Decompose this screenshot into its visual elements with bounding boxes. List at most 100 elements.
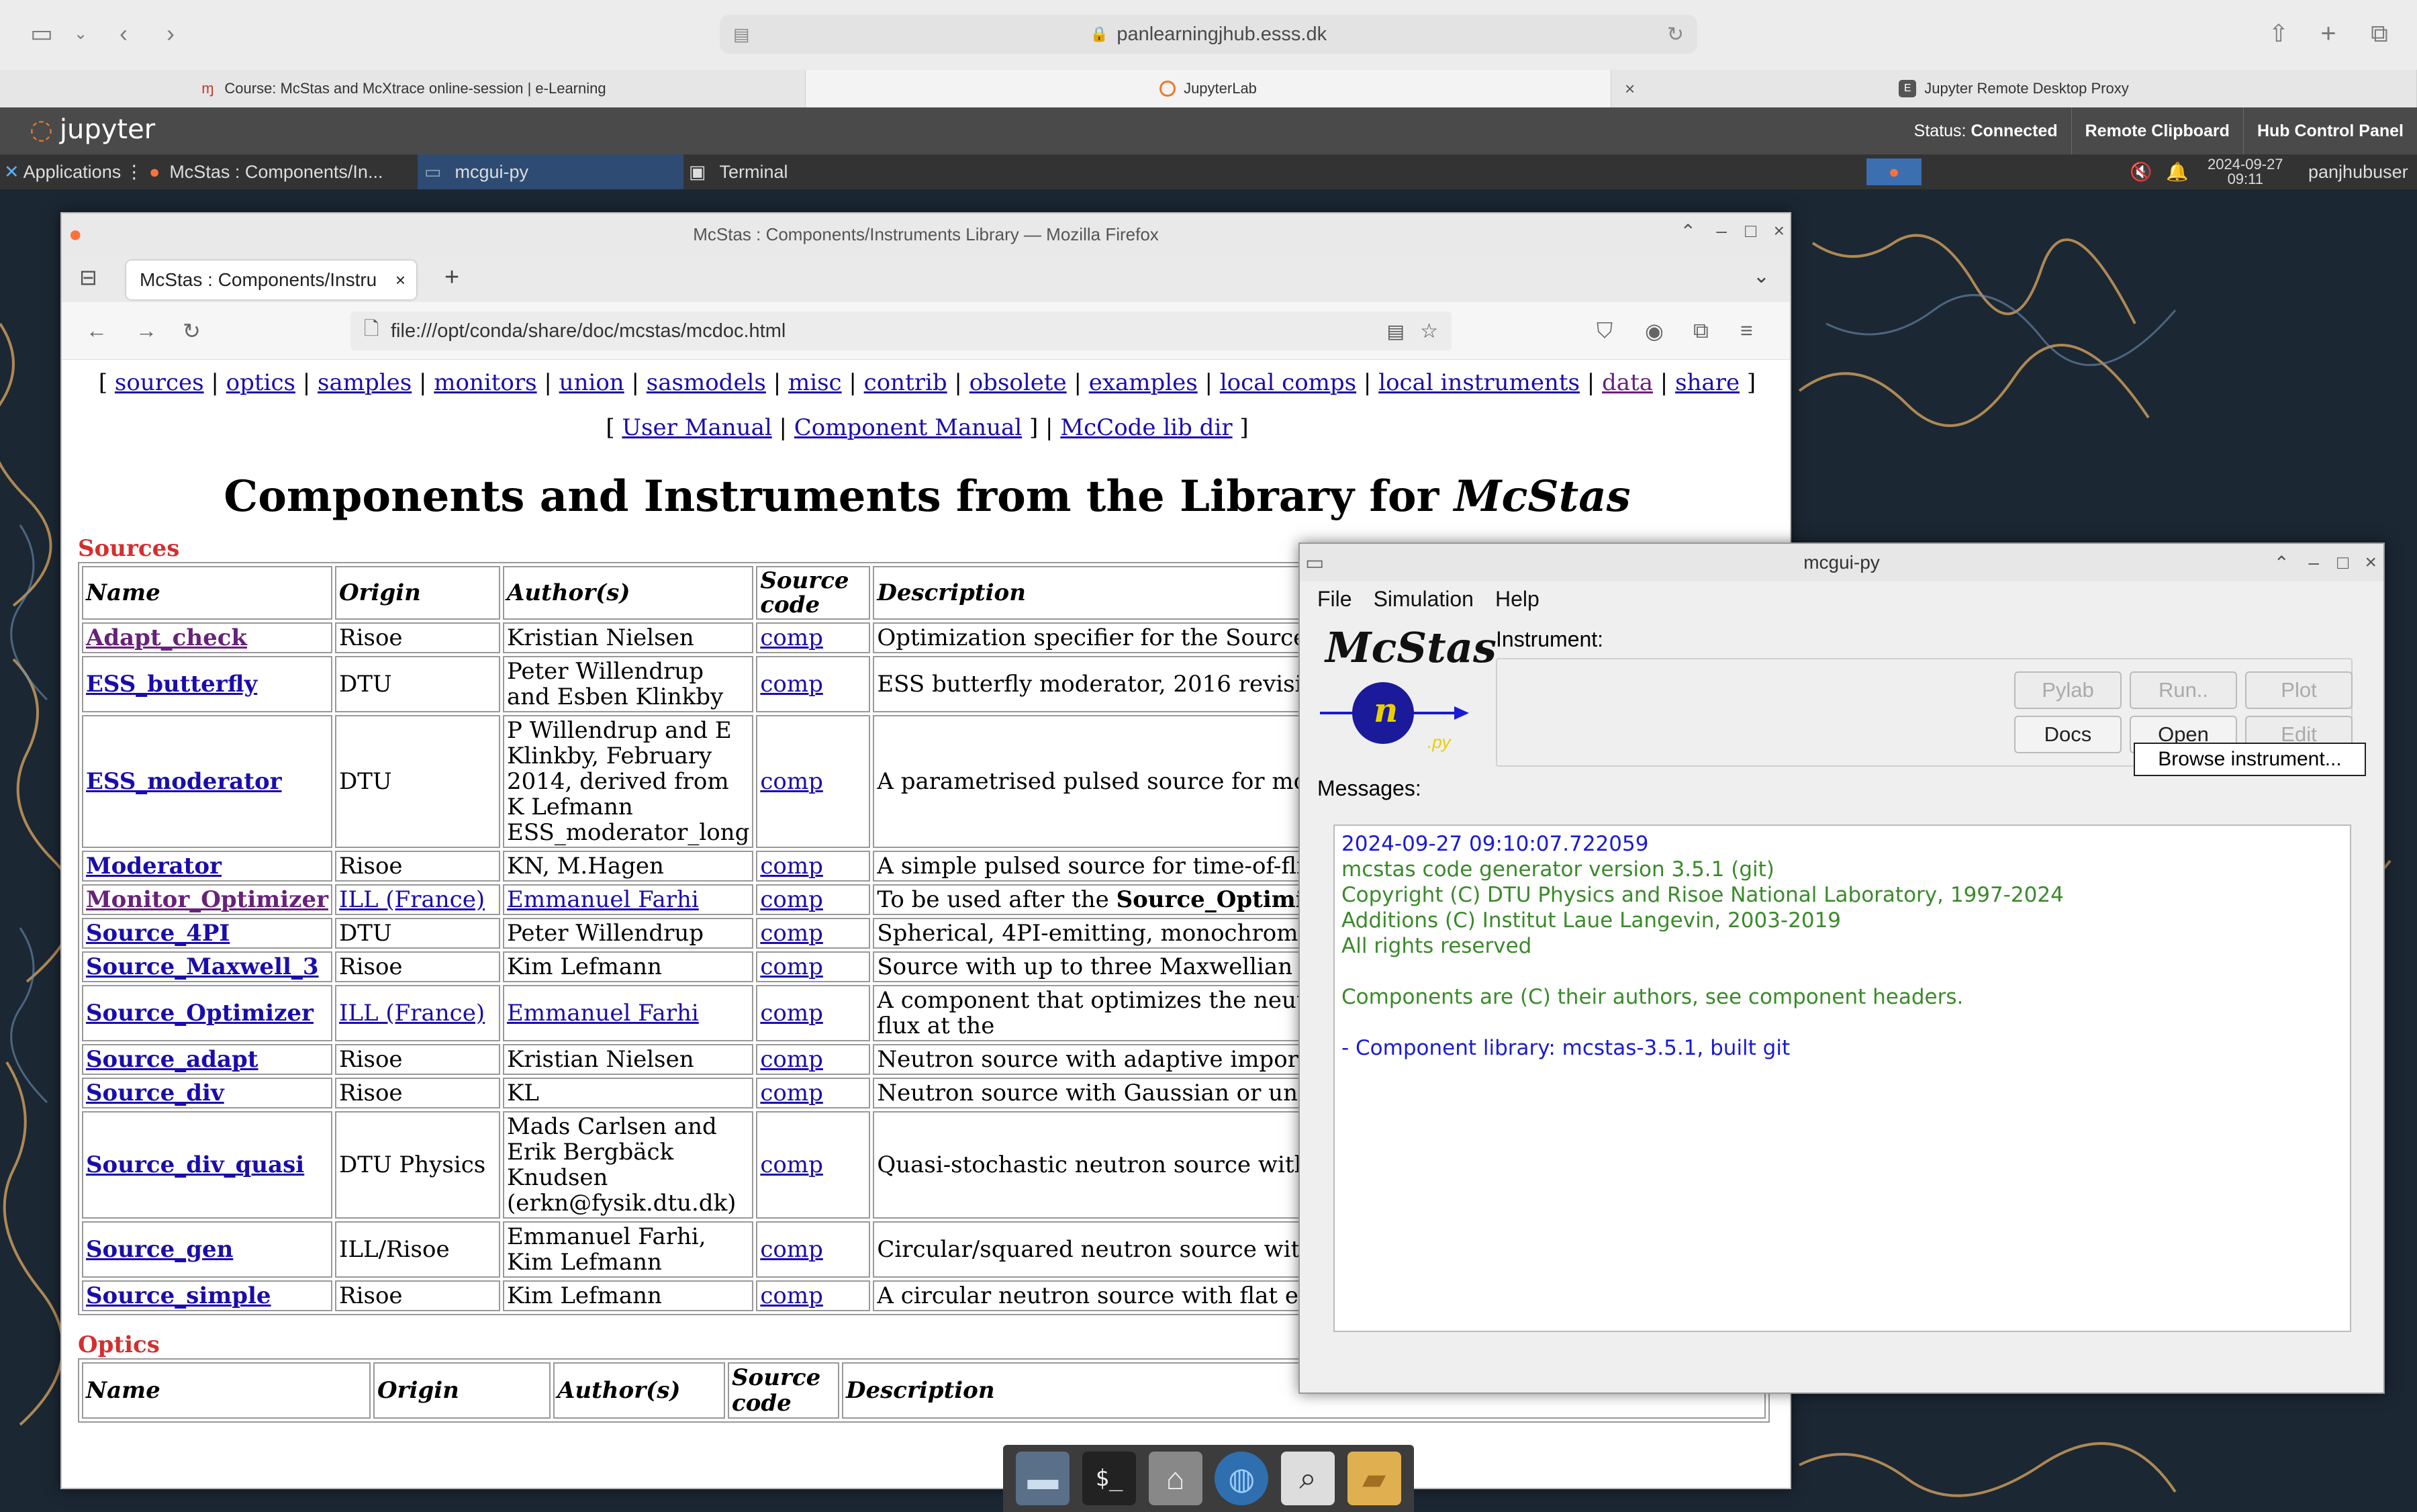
- nav-link[interactable]: data: [1602, 369, 1653, 396]
- messages-panel[interactable]: 2024-09-27 09:10:07.722059 mcstas code ge…: [1333, 824, 2351, 1332]
- author-link[interactable]: Emmanuel Farhi: [507, 1000, 699, 1027]
- forward-icon[interactable]: ›: [153, 16, 188, 51]
- component-link[interactable]: Moderator: [86, 853, 222, 880]
- maximize-icon[interactable]: □: [2337, 552, 2349, 573]
- firefox-tab[interactable]: McStas : Components/Instru ×: [126, 261, 416, 299]
- task-firefox[interactable]: ● McStas : Components/In...: [149, 154, 418, 189]
- nav-link[interactable]: monitors: [434, 369, 536, 396]
- chevron-down-icon[interactable]: ⌄: [63, 16, 98, 51]
- terminal-icon[interactable]: $_: [1082, 1452, 1136, 1505]
- comp-link[interactable]: comp: [760, 768, 823, 795]
- comp-link[interactable]: comp: [760, 886, 823, 913]
- page-menu-icon[interactable]: ▤: [733, 24, 750, 45]
- folder-icon[interactable]: ▰: [1347, 1452, 1401, 1505]
- menu-help[interactable]: Help: [1495, 587, 1539, 612]
- task-mcgui[interactable]: ▭ mcgui-py: [418, 154, 683, 189]
- sidebar-toggle-icon[interactable]: ▭: [24, 16, 59, 51]
- shade-icon[interactable]: ⌃: [1680, 220, 1696, 242]
- tab-jupyterlab[interactable]: JupyterLab: [806, 70, 1611, 107]
- comp-link[interactable]: comp: [760, 1282, 823, 1309]
- nav-link[interactable]: contrib: [864, 369, 947, 396]
- new-tab-icon[interactable]: +: [2311, 16, 2346, 51]
- origin-link[interactable]: ILL (France): [339, 1000, 485, 1027]
- pylab-button[interactable]: Pylab: [2014, 671, 2122, 709]
- reload-icon[interactable]: ↻: [183, 318, 201, 344]
- show-desktop-icon[interactable]: ▬: [1016, 1452, 1070, 1505]
- clock[interactable]: 2024-09-27 09:11: [2208, 154, 2283, 189]
- firefox-titlebar[interactable]: ● McStas : Components/Instruments Librar…: [62, 214, 1790, 255]
- component-link[interactable]: Source_gen: [86, 1236, 233, 1263]
- nav-link[interactable]: optics: [226, 369, 295, 396]
- component-link[interactable]: ESS_moderator: [86, 768, 282, 795]
- nav-link[interactable]: local instruments: [1378, 369, 1580, 396]
- close-icon[interactable]: ×: [2365, 551, 2377, 574]
- pocket-icon[interactable]: ⛉: [1597, 318, 1613, 344]
- new-tab-icon[interactable]: +: [444, 263, 459, 292]
- close-icon[interactable]: ×: [1774, 220, 1785, 242]
- comp-link[interactable]: comp: [760, 624, 823, 651]
- shade-icon[interactable]: ⌃: [2274, 552, 2289, 574]
- comp-link[interactable]: comp: [760, 1046, 823, 1073]
- component-link[interactable]: Adapt_check: [86, 624, 247, 651]
- component-link[interactable]: Source_div: [86, 1080, 224, 1106]
- task-terminal[interactable]: ▣ Terminal: [688, 154, 953, 189]
- nav-link[interactable]: obsolete: [969, 369, 1067, 396]
- nav-link[interactable]: misc: [788, 369, 842, 396]
- applications-menu[interactable]: ✕ Applications ⋮: [4, 154, 143, 189]
- comp-link[interactable]: comp: [760, 853, 823, 880]
- comp-link[interactable]: comp: [760, 1151, 823, 1178]
- back-icon[interactable]: ←: [86, 318, 107, 343]
- component-manual-link[interactable]: Component Manual: [794, 414, 1022, 441]
- component-link[interactable]: Source_div_quasi: [86, 1151, 304, 1178]
- share-icon[interactable]: ⇧: [2261, 16, 2296, 51]
- notification-bell-icon[interactable]: 🔔: [2166, 154, 2189, 189]
- back-icon[interactable]: ‹: [106, 16, 141, 51]
- nav-link[interactable]: sources: [115, 369, 204, 396]
- search-icon[interactable]: ⌕: [1280, 1452, 1335, 1505]
- workspace-switcher[interactable]: ●: [1866, 158, 1922, 185]
- comp-link[interactable]: comp: [760, 920, 823, 947]
- nav-link[interactable]: local comps: [1220, 369, 1356, 396]
- component-link[interactable]: ESS_butterfly: [86, 671, 257, 698]
- component-link[interactable]: Source_Maxwell_3: [86, 953, 319, 980]
- comp-link[interactable]: comp: [760, 1000, 823, 1027]
- hub-control-panel-button[interactable]: Hub Control Panel: [2242, 107, 2417, 154]
- maximize-icon[interactable]: □: [1745, 220, 1756, 242]
- component-link[interactable]: Source_4PI: [86, 920, 230, 947]
- account-icon[interactable]: ◉: [1645, 318, 1664, 344]
- nav-link[interactable]: share: [1675, 369, 1740, 396]
- close-icon[interactable]: ×: [1625, 79, 1635, 99]
- comp-link[interactable]: comp: [760, 671, 823, 698]
- remote-clipboard-button[interactable]: Remote Clipboard: [2071, 107, 2243, 154]
- mcgui-window[interactable]: ▭ mcgui-py ⌃ – □ × File Simulation Help …: [1298, 542, 2385, 1394]
- component-link[interactable]: Source_simple: [86, 1282, 271, 1309]
- extensions-icon[interactable]: ⧉: [1693, 318, 1709, 344]
- origin-link[interactable]: ILL (France): [339, 886, 485, 913]
- reader-view-icon[interactable]: ▤: [1387, 320, 1405, 342]
- component-link[interactable]: Monitor_Optimizer: [86, 886, 328, 913]
- forward-icon[interactable]: →: [136, 318, 157, 343]
- user-name[interactable]: panjhubuser: [2308, 154, 2408, 189]
- user-manual-link[interactable]: User Manual: [622, 414, 771, 441]
- component-link[interactable]: Source_Optimizer: [86, 1000, 314, 1027]
- home-folder-icon[interactable]: ⌂: [1148, 1452, 1202, 1505]
- jupyter-logo[interactable]: ◌ jupyter: [30, 114, 155, 145]
- minimize-icon[interactable]: –: [1716, 220, 1727, 242]
- menu-simulation[interactable]: Simulation: [1374, 587, 1474, 612]
- mccode-lib-link[interactable]: McCode lib dir: [1060, 414, 1232, 441]
- author-link[interactable]: Emmanuel Farhi: [507, 886, 699, 913]
- nav-link[interactable]: sasmodels: [647, 369, 766, 396]
- web-browser-icon[interactable]: ◍: [1215, 1452, 1269, 1505]
- mcgui-titlebar[interactable]: ▭ mcgui-py ⌃ – □ ×: [1300, 544, 2383, 581]
- tab-course[interactable]: ɱ Course: McStas and McXtrace online-ses…: [0, 70, 806, 107]
- component-link[interactable]: Source_adapt: [86, 1046, 258, 1073]
- menu-file[interactable]: File: [1317, 587, 1352, 612]
- tab-list-icon[interactable]: ⊟: [79, 265, 97, 290]
- comp-link[interactable]: comp: [760, 953, 823, 980]
- bookmark-star-icon[interactable]: ☆: [1420, 320, 1438, 343]
- nav-link[interactable]: union: [559, 369, 624, 396]
- mute-icon[interactable]: 🔇: [2130, 154, 2152, 189]
- close-icon[interactable]: ×: [395, 270, 406, 291]
- minimize-icon[interactable]: –: [2308, 552, 2319, 573]
- tab-overview-icon[interactable]: ⧉: [2362, 16, 2397, 51]
